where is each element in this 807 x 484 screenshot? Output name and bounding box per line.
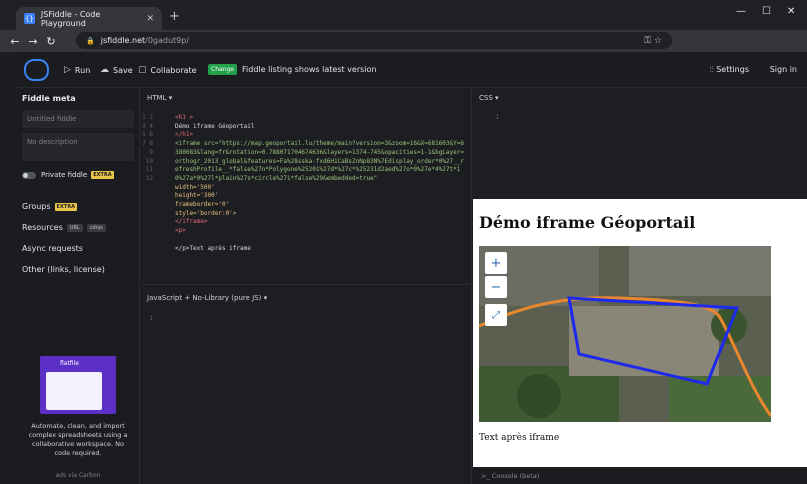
back-icon[interactable]: ← <box>6 35 24 48</box>
ad-image[interactable]: flatfile <box>40 356 116 414</box>
save-cloud-icon: ☁ <box>100 65 109 75</box>
other-label: Other (links, license) <box>22 265 105 274</box>
html-line-numbers: 1 2 3 4 5 6 7 8 9 10 11 12 <box>142 114 153 182</box>
ad-brand: flatfile <box>60 360 79 367</box>
html-pane-label[interactable]: HTML ▾ <box>147 94 172 102</box>
zoom-in-button[interactable]: + <box>485 252 507 274</box>
geoportail-map-iframe[interactable]: + − ⤢ <box>479 246 771 422</box>
result-heading: Démo iframe Géoportail <box>479 213 696 232</box>
code-line: style='border:0'> <box>175 209 237 217</box>
sidebar-heading: Fiddle meta <box>22 94 76 103</box>
settings-button[interactable]: ⫶⫶ Settings <box>710 65 749 75</box>
console-bar[interactable]: >_ Console (beta) <box>473 467 807 484</box>
code-line: <h1 > <box>175 114 194 121</box>
code-line: height='300' <box>175 192 219 200</box>
fiddle-description-input[interactable]: No description <box>22 133 134 161</box>
private-fiddle-toggle[interactable] <box>22 172 36 179</box>
code-line: width='500' <box>175 183 215 191</box>
zoom-out-button[interactable]: − <box>485 276 507 298</box>
cdnjs-badge[interactable]: cdnjs <box>86 223 106 232</box>
jsfiddle-logo-icon[interactable] <box>24 59 49 81</box>
url-field[interactable]: 🔒 jsfiddle.net /0gadut9p/ ⚿ ☆ <box>76 32 672 49</box>
extra-badge: EXTRA <box>91 171 114 179</box>
resources-label: Resources <box>22 223 63 232</box>
html-code-editor[interactable]: <h1 > Démo iframe Géoportail </h1> <ifra… <box>175 114 467 253</box>
console-label: Console (beta) <box>491 472 540 480</box>
reload-icon[interactable]: ↻ <box>42 35 60 48</box>
groups-label: Groups <box>22 202 51 211</box>
code-line: </h1> <box>175 131 194 139</box>
collaborate-label: Collaborate <box>150 65 197 75</box>
listing-status-text: Fiddle listing shows latest version <box>242 65 377 74</box>
ad-screenshot <box>46 372 102 410</box>
bookmark-star-icon[interactable]: ⚿ ☆ <box>644 36 662 46</box>
browser-tab-strip: {} JSFiddle - Code Playground ✕ + — ☐ ✕ <box>0 0 807 30</box>
sidebar-item-resources[interactable]: Resources URL cdnjs <box>22 223 106 232</box>
address-bar-row: ← → ↻ 🔒 jsfiddle.net /0gadut9p/ ⚿ ☆ ⋮ <box>0 30 807 76</box>
new-tab-icon[interactable]: + <box>169 9 180 24</box>
css-pane-label[interactable]: CSS ▾ <box>479 94 499 102</box>
lock-icon: 🔒 <box>86 36 95 45</box>
close-tab-icon[interactable]: ✕ <box>146 14 154 24</box>
tab-title: JSFiddle - Code Playground <box>40 9 101 28</box>
jsfiddle-favicon-icon: {} <box>24 13 35 24</box>
css-pane: CSS ▾ 1 <box>473 88 807 199</box>
signin-link[interactable]: Sign in <box>770 65 797 74</box>
result-frame: Démo iframe Géoportail + − ⤢ Text après … <box>473 199 807 467</box>
css-line-numbers: 1 <box>495 114 499 121</box>
extra-badge: EXTRA <box>54 202 77 211</box>
code-line: </iframe> <box>175 218 208 226</box>
chat-icon: ▢ <box>138 65 147 75</box>
code-line: Démo iframe Géoportail <box>175 122 255 130</box>
js-pane: JavaScript + No-Library (pure JS) ▾ 1 <box>141 286 472 484</box>
collaborate-button[interactable]: ▢ Collaborate <box>138 65 197 75</box>
js-pane-label[interactable]: JavaScript + No-Library (pure JS) ▾ <box>147 294 267 302</box>
ad-attribution[interactable]: ads via Carbon <box>24 472 132 479</box>
result-after-text: Text après iframe <box>479 433 560 443</box>
jsfiddle-toolbar: ▷ Run ☁ Save ▢ Collaborate Change Fiddle… <box>16 52 807 88</box>
js-line-numbers: 1 <box>149 315 153 322</box>
expand-map-icon[interactable]: ⤢ <box>485 304 507 326</box>
minimize-icon[interactable]: — <box>736 6 746 17</box>
fiddle-title-input[interactable]: Untitled fiddle <box>22 110 134 128</box>
map-imagery <box>479 246 771 422</box>
sidebar-item-other[interactable]: Other (links, license) <box>22 265 105 274</box>
console-icon: >_ <box>481 472 492 480</box>
url-path: /0gadut9p/ <box>145 36 190 45</box>
browser-tab[interactable]: {} JSFiddle - Code Playground ✕ <box>16 7 162 30</box>
url-badge[interactable]: URL <box>66 223 83 232</box>
close-window-icon[interactable]: ✕ <box>787 6 795 17</box>
save-label: Save <box>113 65 133 75</box>
code-line: <iframe src="https://map.geoportail.lu/t… <box>175 140 464 182</box>
forward-icon[interactable]: → <box>24 35 42 48</box>
run-label: Run <box>74 65 91 75</box>
url-domain: jsfiddle.net <box>100 36 146 45</box>
html-pane: HTML ▾ 1 2 3 4 5 6 7 8 9 10 11 12 <h1 > … <box>141 88 472 285</box>
maximize-icon[interactable]: ☐ <box>762 6 771 17</box>
async-label: Async requests <box>22 244 83 253</box>
run-button[interactable]: ▷ Run <box>64 65 90 75</box>
code-line: <p> <box>175 227 186 235</box>
sidebar-item-groups[interactable]: Groups EXTRA <box>22 202 77 211</box>
change-button[interactable]: Change <box>208 64 237 75</box>
private-fiddle-label: Private fiddle EXTRA <box>41 171 114 179</box>
private-label-text: Private fiddle <box>41 171 88 179</box>
code-line: frameborder='0' <box>175 201 230 209</box>
save-button[interactable]: ☁ Save <box>100 65 133 75</box>
sidebar-item-async-requests[interactable]: Async requests <box>22 244 83 253</box>
ad-text[interactable]: Automate, clean, and import complex spre… <box>24 422 132 458</box>
settings-label: Settings <box>716 65 749 74</box>
code-line: </p>Text après iframe <box>175 244 251 252</box>
fiddle-meta-sidebar: Fiddle meta Untitled fiddle No descripti… <box>16 88 140 484</box>
play-icon: ▷ <box>64 65 71 75</box>
